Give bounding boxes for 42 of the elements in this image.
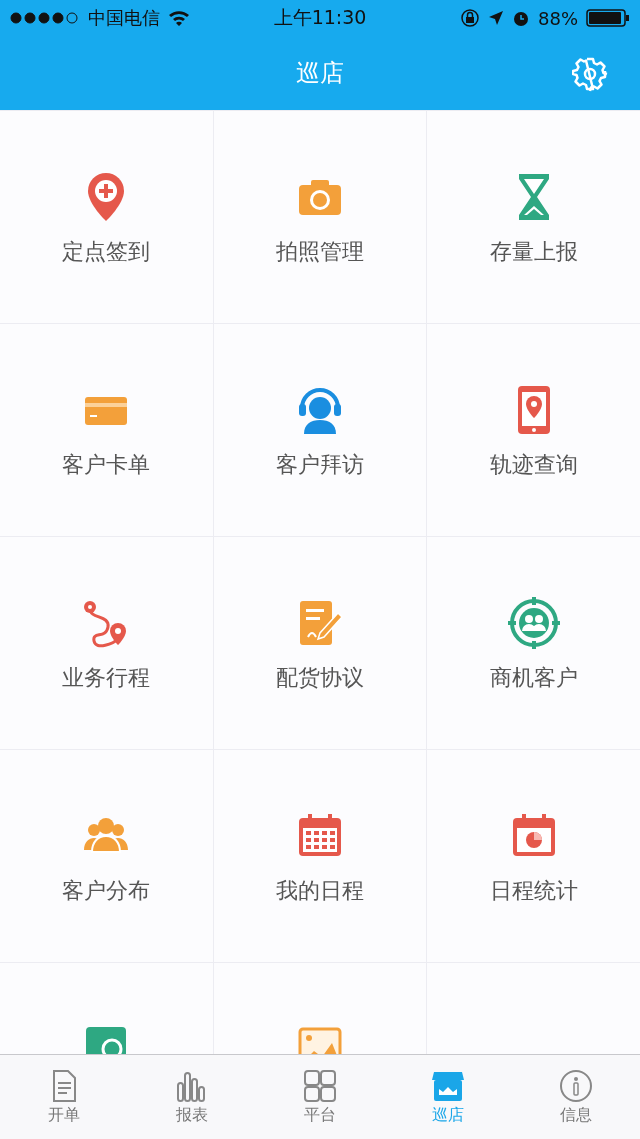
menu-tile[interactable]: 客户卡单 — [0, 324, 213, 536]
tile-label: 定点签到 — [62, 238, 151, 266]
menu-tile[interactable]: 日程统计 — [427, 750, 640, 962]
menu-tile[interactable]: 定点签到 — [0, 111, 213, 323]
menu-tile[interactable]: 配货协议 — [213, 537, 427, 749]
tile-label: 商机客户 — [489, 664, 578, 692]
menu-tile[interactable]: 拍照管理 — [213, 111, 427, 323]
settings-button[interactable] — [572, 56, 608, 92]
menu-tile[interactable]: 商机客户 — [427, 537, 640, 749]
carrier-name: 中国电信 — [88, 6, 160, 30]
menu-tile[interactable]: 业务行程 — [0, 537, 213, 749]
tile-label: 客户拜访 — [276, 451, 364, 479]
tile-label: 客户分布 — [62, 877, 151, 905]
info-icon — [559, 1068, 593, 1103]
group-target-icon — [507, 597, 560, 649]
menu-tile[interactable]: 存量上报 — [427, 111, 640, 323]
menu-tile[interactable]: 轨迹查询 — [427, 324, 640, 536]
tile-label: 拍照管理 — [276, 238, 364, 266]
menu-tile[interactable]: 客户分布 — [0, 750, 213, 962]
signal-icon — [10, 12, 80, 24]
wifi-icon — [168, 10, 190, 26]
tab[interactable]: 平台 — [256, 1055, 384, 1139]
tile-label: 存量上报 — [489, 238, 578, 266]
tile-label: 配货协议 — [276, 664, 364, 692]
tile-label: 日程统计 — [489, 877, 578, 905]
rotation-lock-icon — [460, 8, 480, 28]
alarm-icon — [512, 9, 530, 27]
tab[interactable]: 信息 — [512, 1055, 640, 1139]
tile-label: 业务行程 — [62, 664, 151, 692]
location-arrow-icon — [488, 10, 504, 26]
battery-percent: 88% — [538, 7, 578, 29]
tab[interactable]: 开单 — [0, 1055, 128, 1139]
battery-icon — [586, 9, 630, 27]
grid-icon — [303, 1068, 337, 1103]
menu-tile[interactable]: 客户拜访 — [213, 324, 427, 536]
status-time: 上午11:30 — [273, 5, 367, 30]
tile-label: 我的日程 — [276, 877, 364, 905]
tile-label: 轨迹查询 — [489, 451, 578, 479]
tile-label: 客户卡单 — [62, 451, 151, 479]
menu-tile[interactable]: 我的日程 — [213, 750, 427, 962]
page-title: 巡店 — [296, 58, 344, 89]
tab[interactable]: 报表 — [128, 1055, 256, 1139]
